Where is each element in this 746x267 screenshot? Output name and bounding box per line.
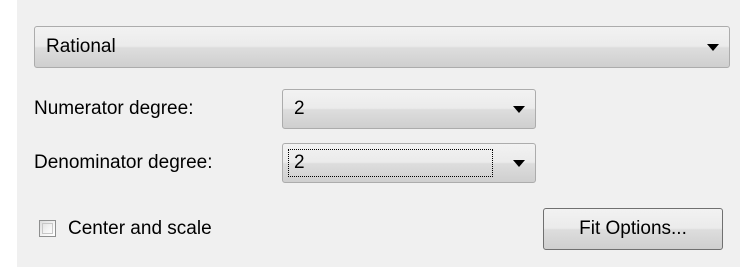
numerator-degree-value: 2 <box>294 98 305 119</box>
chevron-down-icon <box>513 106 525 113</box>
numerator-degree-dropdown[interactable]: 2 <box>282 89 536 129</box>
denominator-degree-label: Denominator degree: <box>34 152 213 173</box>
denominator-degree-value: 2 <box>294 152 305 173</box>
chevron-down-icon <box>707 44 719 51</box>
focus-indicator <box>288 149 493 177</box>
numerator-degree-label: Numerator degree: <box>34 98 194 119</box>
chevron-down-icon <box>513 160 525 167</box>
fit-type-dropdown[interactable]: Rational <box>34 26 730 68</box>
center-and-scale-checkbox[interactable] <box>39 220 56 237</box>
center-and-scale-label[interactable]: Center and scale <box>68 218 212 240</box>
fit-type-value: Rational <box>46 36 116 57</box>
denominator-degree-dropdown[interactable]: 2 <box>282 143 536 183</box>
fit-options-button[interactable]: Fit Options... <box>543 208 723 250</box>
